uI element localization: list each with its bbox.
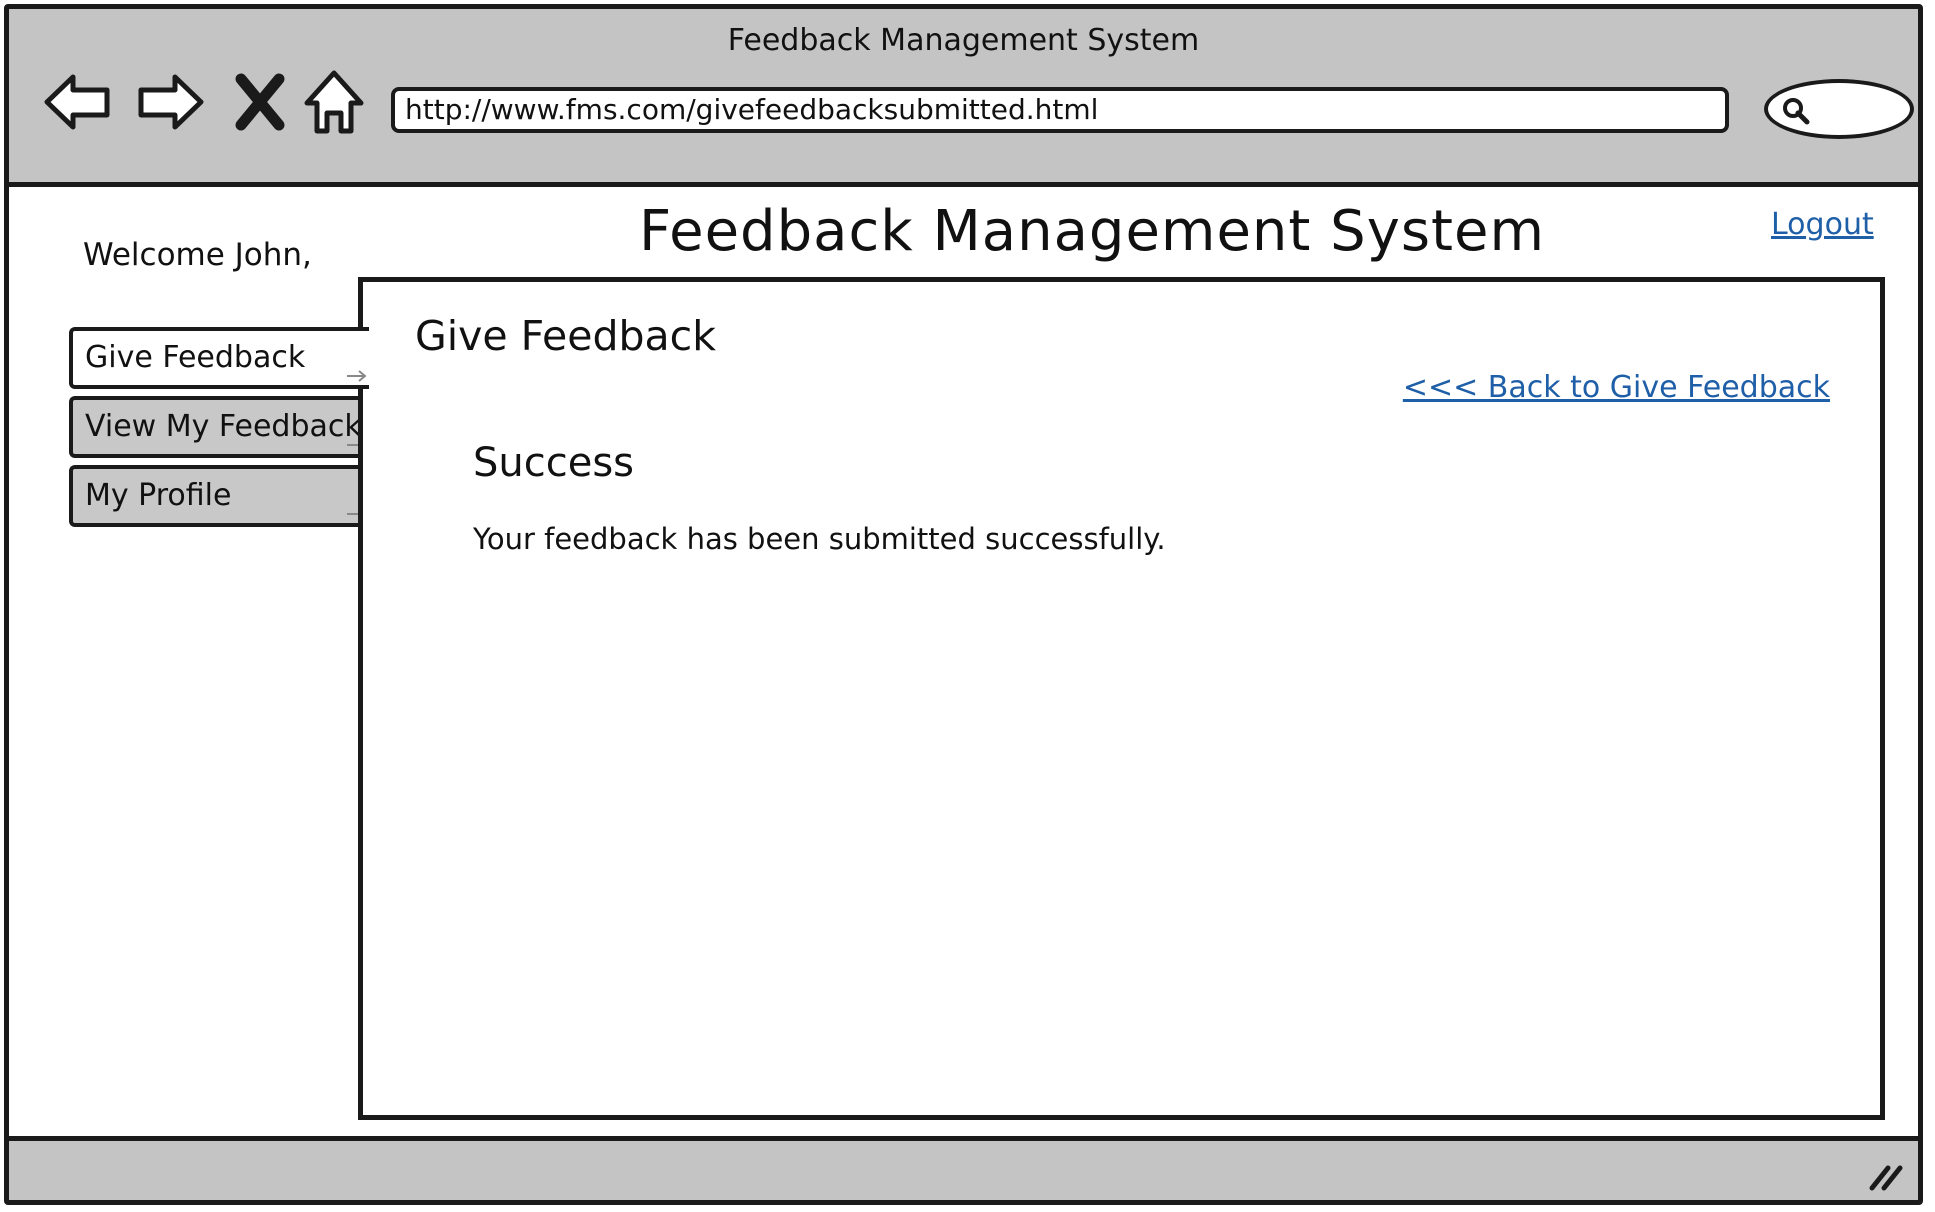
sidebar-item-give-feedback[interactable]: Give Feedback [69,327,369,389]
home-icon[interactable] [297,65,371,139]
arrow-right-icon [347,370,367,382]
browser-toolbar: Feedback Management System http://www.fm… [9,9,1918,187]
back-to-give-feedback-link[interactable]: <<< Back to Give Feedback [1403,370,1830,405]
panel-title: Give Feedback [415,312,716,360]
welcome-text: Welcome John, [83,237,312,273]
window-title: Feedback Management System [727,23,1200,58]
page-title: Feedback Management System [639,199,1546,264]
content-panel: Give Feedback <<< Back to Give Feedback … [358,277,1885,1120]
sidebar-item-label: Give Feedback [85,340,306,375]
sidebar-item-my-profile[interactable]: My Profile [69,465,369,527]
status-bar [9,1136,1918,1200]
back-arrow-icon[interactable] [41,65,115,139]
search-icon [1783,98,1810,125]
forward-arrow-icon[interactable] [133,65,207,139]
resize-grip-icon[interactable] [1866,1156,1906,1192]
logout-link[interactable]: Logout [1771,207,1874,242]
sidebar-item-label: View My Feedback [85,409,362,444]
success-message: Your feedback has been submitted success… [473,522,1166,556]
url-input[interactable]: http://www.fms.com/givefeedbacksubmitted… [391,87,1729,133]
sidebar-item-label: My Profile [85,478,232,513]
search-field[interactable] [1764,79,1914,139]
close-icon[interactable] [223,65,297,139]
browser-window: Feedback Management System http://www.fm… [4,4,1923,1205]
success-heading: Success [473,440,635,486]
sidebar-item-view-my-feedback[interactable]: View My Feedback [69,396,369,458]
